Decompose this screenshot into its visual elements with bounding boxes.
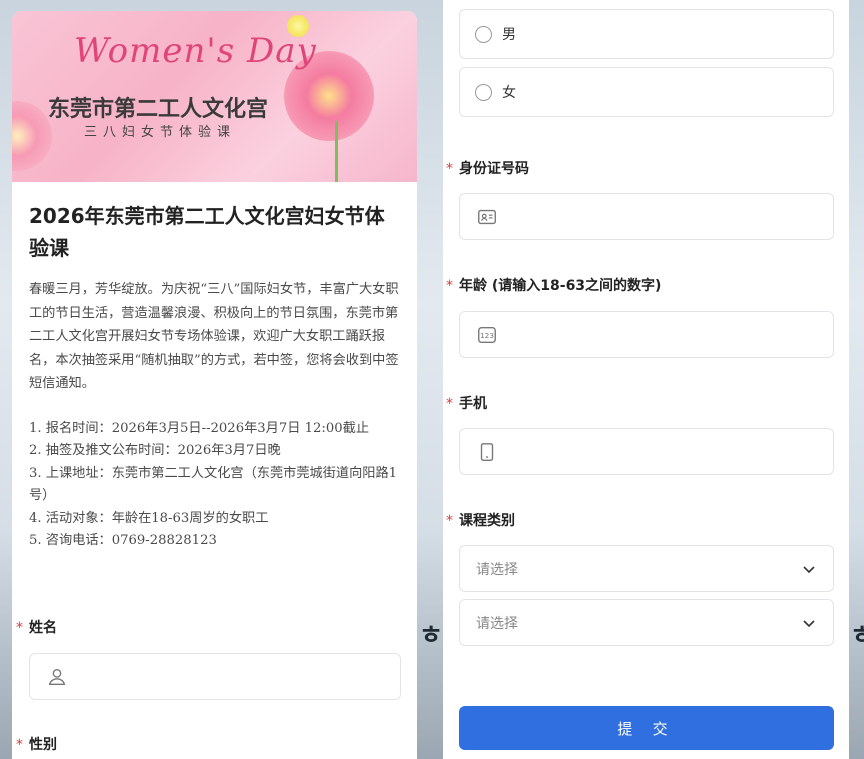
course-label-text: 课程类别 xyxy=(459,513,515,529)
required-mark: * xyxy=(446,278,453,294)
age-field-label: * 年龄 (请输入18-63之间的数字) xyxy=(446,275,661,295)
course-select-secondary[interactable]: 请选择 xyxy=(459,599,834,646)
required-mark: * xyxy=(16,737,23,753)
required-mark: * xyxy=(16,620,23,636)
background-decoration: ㅎ xyxy=(419,621,443,651)
name-field-label: * 姓名 xyxy=(16,617,57,637)
background-decoration: ㅎ xyxy=(850,621,864,651)
gender-option-label: 女 xyxy=(502,85,516,101)
event-description: 2026年东莞市第二工人文化宫妇女节体验课 春暖三月，芳华绽放。为庆祝“三八”国… xyxy=(12,182,417,553)
mobile-phone-icon xyxy=(480,442,494,461)
gender-option-female[interactable]: 女 xyxy=(459,67,834,117)
course-field-label: * 课程类别 xyxy=(446,510,515,530)
banner-script-title: Women's Day xyxy=(74,31,317,71)
select-placeholder: 请选择 xyxy=(476,615,518,632)
age-label-text: 年龄 (请输入18-63之间的数字) xyxy=(459,278,662,294)
gender-label-text: 性别 xyxy=(29,737,57,753)
page-title: 2026年东莞市第二工人文化宫妇女节体验课 xyxy=(29,204,385,260)
event-banner: Women's Day 东莞市第二工人文化宫 三八妇女节体验课 xyxy=(12,11,417,182)
id-field-label: * 身份证号码 xyxy=(446,158,529,178)
svg-text:123: 123 xyxy=(480,331,494,340)
flower-stem xyxy=(335,121,338,182)
detail-item: 5. 咨询电话：0769-28828123 xyxy=(29,533,217,548)
select-placeholder: 请选择 xyxy=(476,561,518,578)
banner-sub-title: 三八妇女节体验课 xyxy=(84,125,237,140)
left-form-card: Women's Day 东莞市第二工人文化宫 三八妇女节体验课 2026年东莞市… xyxy=(12,11,417,759)
course-select-primary[interactable]: 请选择 xyxy=(459,545,834,592)
phone-input[interactable] xyxy=(459,428,834,475)
detail-item: 1. 报名时间：2026年3月5日--2026年3月7日 12:00截止 xyxy=(29,420,370,436)
detail-item: 4. 活动对象：年龄在18-63周岁的女职工 xyxy=(29,510,269,526)
phone-field-label: * 手机 xyxy=(446,393,487,413)
submit-button[interactable]: 提 交 xyxy=(459,706,834,750)
phone-label-text: 手机 xyxy=(459,396,487,412)
id-card-icon xyxy=(478,209,496,224)
id-label-text: 身份证号码 xyxy=(459,161,529,177)
required-mark: * xyxy=(446,161,453,177)
required-mark: * xyxy=(446,513,453,529)
intro-paragraph: 春暖三月，芳华绽放。为庆祝“三八”国际妇女节，丰富广大女职工的节日生活，营造温馨… xyxy=(29,282,399,391)
right-form-card: 男 女 * 身份证号码 * 年龄 (请输入18-63之间的数字) 123 * 手机 xyxy=(443,0,849,759)
name-label-text: 姓名 xyxy=(29,620,57,636)
number-icon: 123 xyxy=(478,326,496,343)
chevron-down-icon xyxy=(803,619,815,627)
banner-main-title: 东莞市第二工人文化宫 xyxy=(48,97,269,122)
gender-field-label: * 性别 xyxy=(16,734,57,754)
detail-item: 2. 抽签及推文公布时间：2026年3月7日晚 xyxy=(29,443,281,458)
radio-button[interactable] xyxy=(475,25,492,43)
age-input[interactable]: 123 xyxy=(459,311,834,358)
radio-button[interactable] xyxy=(475,83,492,101)
event-details-list: 1. 报名时间：2026年3月5日--2026年3月7日 12:00截止 2. … xyxy=(29,418,400,553)
gender-option-male[interactable]: 男 xyxy=(459,9,834,59)
name-input[interactable] xyxy=(29,653,401,700)
chevron-down-icon xyxy=(803,565,815,573)
detail-item: 3. 上课地址：东莞市第二工人文化宫（东莞市莞城街道向阳路1号） xyxy=(29,465,398,504)
gender-option-label: 男 xyxy=(502,27,516,43)
id-number-input[interactable] xyxy=(459,193,834,240)
required-mark: * xyxy=(446,396,453,412)
flower-decoration xyxy=(12,101,52,171)
user-icon xyxy=(48,668,66,685)
